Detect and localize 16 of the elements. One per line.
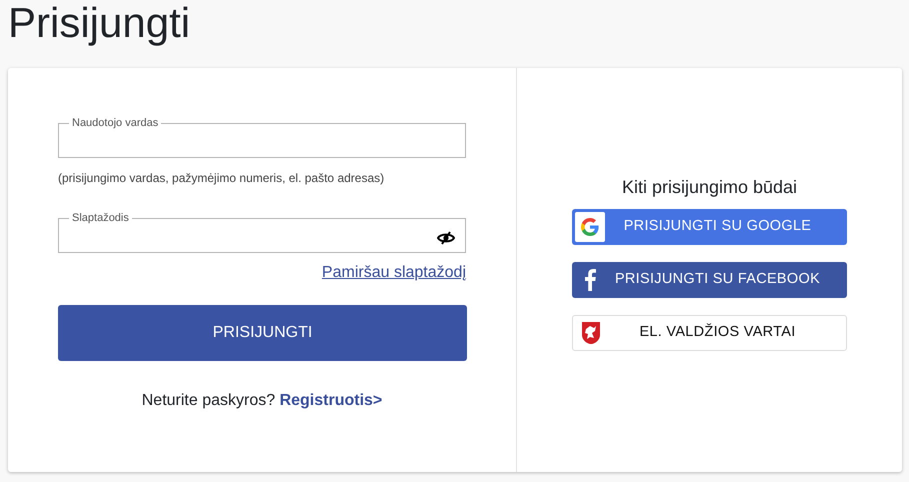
google-logo-icon: [575, 212, 605, 242]
password-field[interactable]: Slaptažodis: [58, 213, 466, 253]
login-button[interactable]: PRISIJUNGTI: [58, 305, 467, 361]
eye-slash-icon[interactable]: [437, 231, 455, 245]
coat-of-arms-icon: [581, 321, 601, 345]
facebook-f-icon: [584, 269, 596, 291]
facebook-login-button[interactable]: PRISIJUNGTI SU FACEBOOK: [572, 262, 847, 298]
google-login-button[interactable]: PRISIJUNGTI SU GOOGLE: [572, 209, 847, 245]
username-hint: (prisijungimo vardas, pažymėjimo numeris, el. pašto adresas): [58, 170, 386, 187]
register-link[interactable]: Registruotis>: [280, 392, 382, 409]
register-prompt: Neturite paskyros?: [142, 392, 276, 409]
username-field[interactable]: Naudotojo vardas: [58, 118, 466, 158]
gov-login-button[interactable]: EL. VALDŽIOS VARTAI: [572, 315, 847, 351]
page-title: Prisijungti: [7, 0, 192, 48]
forgot-password-link[interactable]: Pamiršau slaptažodį: [322, 264, 466, 281]
other-methods-heading: Kiti prisijungimo būdai: [622, 176, 798, 199]
